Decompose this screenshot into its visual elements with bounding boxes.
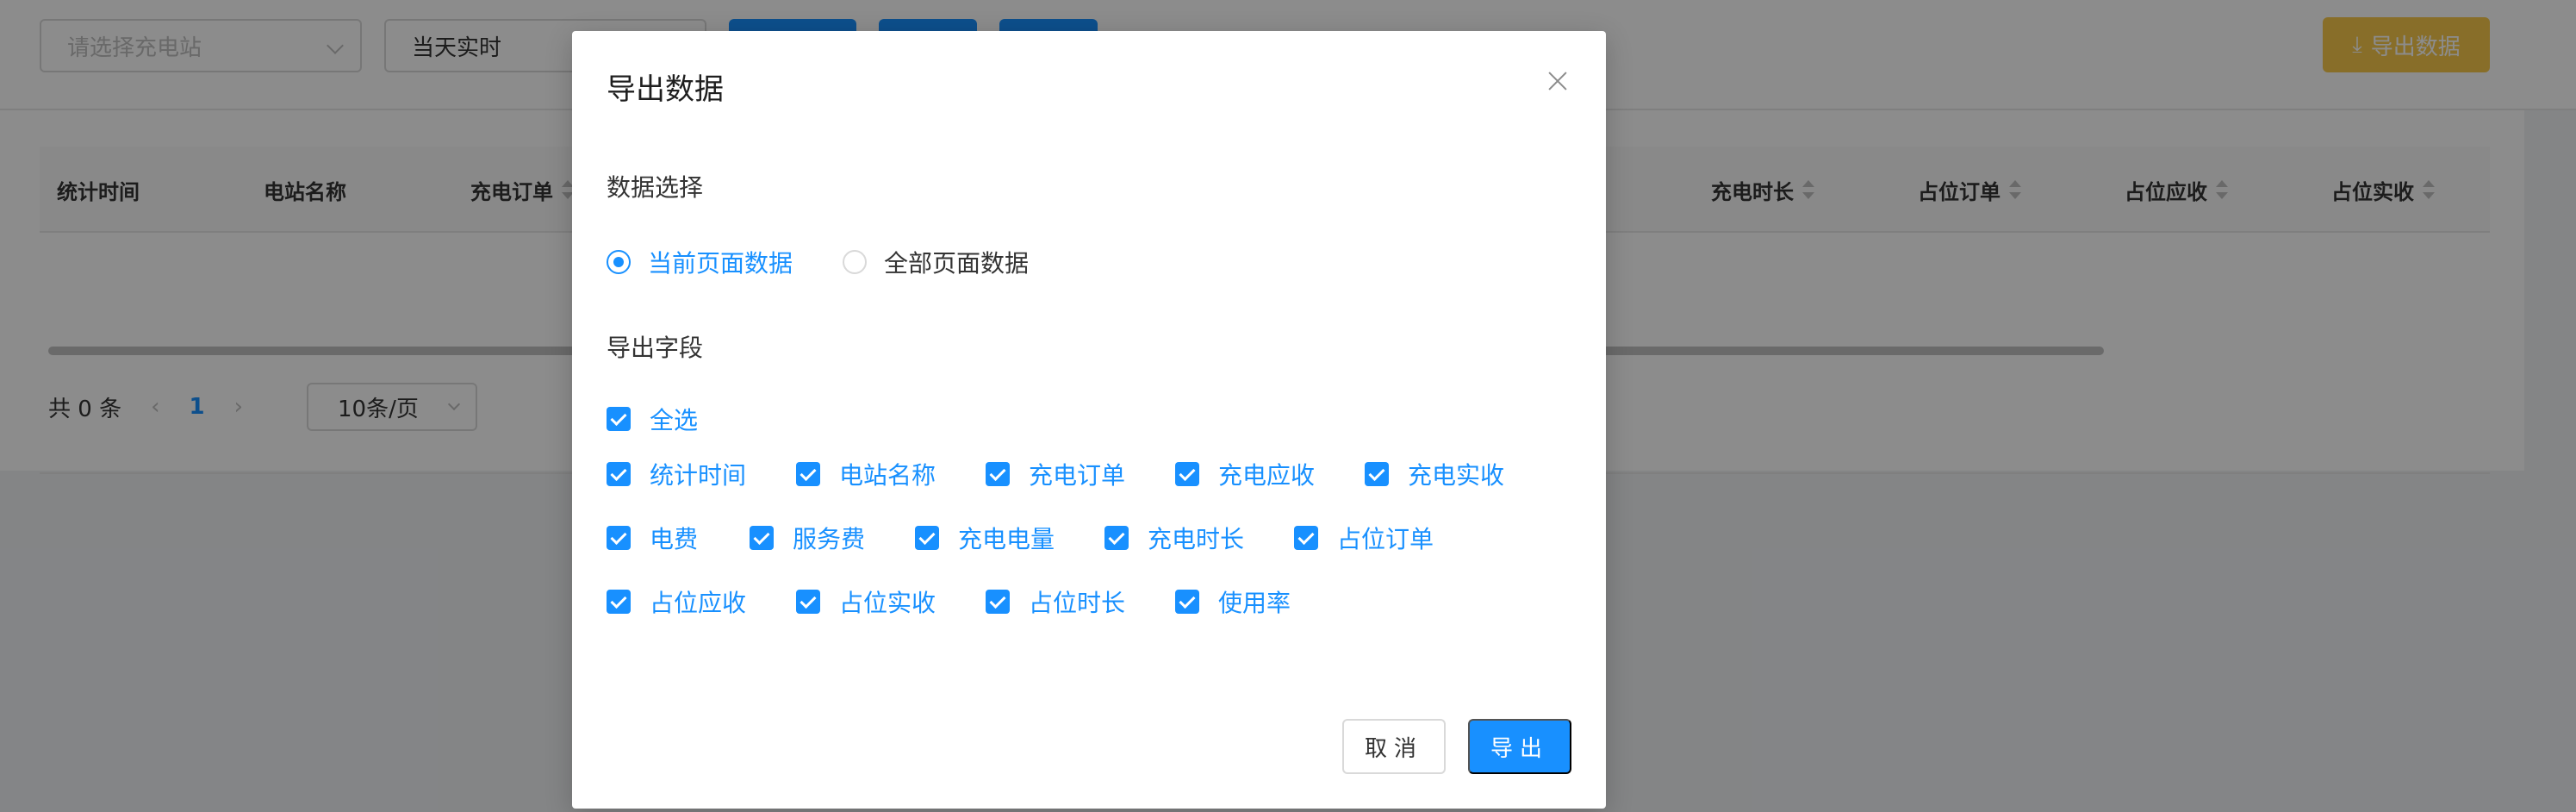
field-label: 电站名称 <box>839 461 936 490</box>
checkbox-field-occupy-orders[interactable]: 占位订单 <box>1294 521 1434 555</box>
checkbox-checked-icon <box>607 526 631 550</box>
export-data-modal: 导出数据 数据选择 当前页面数据 全部页面数据 导出字段 全选 统计时间 电站名… <box>572 31 1606 809</box>
field-label: 使用率 <box>1218 589 1291 617</box>
checkbox-field-charge-duration[interactable]: 充电时长 <box>1104 521 1244 555</box>
radio-all-pages[interactable]: 全部页面数据 <box>843 245 1029 279</box>
data-selection-label: 数据选择 <box>607 173 704 202</box>
checkbox-checked-icon <box>607 462 631 486</box>
data-scope-radio-group: 当前页面数据 全部页面数据 <box>607 245 1079 279</box>
checkbox-field-occupy-received[interactable]: 占位实收 <box>796 584 936 619</box>
checkbox-checked-icon <box>986 590 1010 614</box>
field-label: 充电实收 <box>1408 461 1505 490</box>
checkbox-field-charge-receivable[interactable]: 充电应收 <box>1175 457 1315 491</box>
field-label: 电费 <box>650 525 699 553</box>
checkbox-checked-icon <box>1104 526 1129 550</box>
checkbox-field-usage-rate[interactable]: 使用率 <box>1175 584 1291 619</box>
export-fields-label: 导出字段 <box>607 334 704 362</box>
field-label: 服务费 <box>793 525 866 553</box>
checkbox-select-all-label: 全选 <box>650 406 699 434</box>
field-label: 统计时间 <box>650 461 747 490</box>
field-label: 充电订单 <box>1029 461 1126 490</box>
export-button[interactable]: 导出 <box>1468 719 1571 774</box>
field-label: 充电应收 <box>1218 461 1316 490</box>
checkbox-checked-icon <box>1294 526 1318 550</box>
checkbox-field-station-name[interactable]: 电站名称 <box>796 457 936 491</box>
checkbox-field-service-fee[interactable]: 服务费 <box>750 521 865 555</box>
close-icon[interactable] <box>1544 67 1571 95</box>
field-label: 充电电量 <box>958 525 1055 553</box>
checkbox-checked-icon <box>750 526 774 550</box>
checkbox-checked-icon <box>1175 462 1199 486</box>
radio-current-page-label: 当前页面数据 <box>648 249 793 278</box>
checkbox-checked-icon <box>1175 590 1199 614</box>
checkbox-field-charge-energy[interactable]: 充电电量 <box>915 521 1055 555</box>
checkbox-field-occupy-receivable[interactable]: 占位应收 <box>607 584 746 619</box>
radio-unchecked-icon <box>843 250 868 274</box>
checkbox-checked-icon <box>796 462 820 486</box>
checkbox-field-charge-received[interactable]: 充电实收 <box>1365 457 1504 491</box>
field-label: 充电时长 <box>1148 525 1245 553</box>
checkbox-checked-icon <box>796 590 820 614</box>
field-label: 占位订单 <box>1337 525 1434 553</box>
checkbox-field-occupy-duration[interactable]: 占位时长 <box>986 584 1125 619</box>
checkbox-checked-icon <box>915 526 939 550</box>
checkbox-checked-icon <box>1365 462 1389 486</box>
checkbox-field-charge-orders[interactable]: 充电订单 <box>986 457 1125 491</box>
checkbox-field-stat-time[interactable]: 统计时间 <box>607 457 746 491</box>
field-label: 占位时长 <box>1029 589 1126 617</box>
field-label: 占位应收 <box>650 589 747 617</box>
cancel-button[interactable]: 取消 <box>1342 719 1446 774</box>
radio-checked-icon <box>607 250 631 274</box>
radio-all-pages-label: 全部页面数据 <box>884 249 1030 278</box>
checkbox-checked-icon <box>986 462 1010 486</box>
checkbox-checked-icon <box>607 407 631 431</box>
modal-title: 导出数据 <box>607 72 724 107</box>
checkbox-checked-icon <box>607 590 631 614</box>
radio-current-page[interactable]: 当前页面数据 <box>607 245 793 279</box>
field-label: 占位实收 <box>839 589 936 617</box>
checkbox-field-electricity-fee[interactable]: 电费 <box>607 521 698 555</box>
checkbox-select-all[interactable]: 全选 <box>607 402 698 436</box>
